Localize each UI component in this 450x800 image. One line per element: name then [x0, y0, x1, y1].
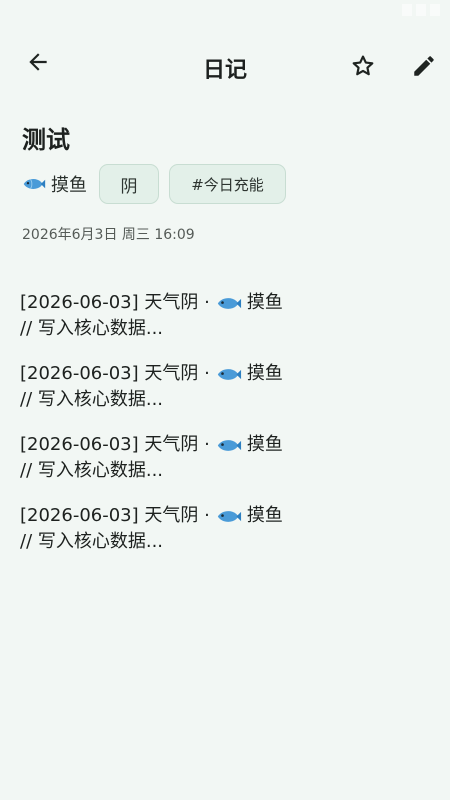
entry-title: 测试 [22, 126, 70, 154]
weather-chip[interactable]: 阴 [99, 164, 159, 204]
fish-emoji-icon [217, 368, 241, 380]
log-header: [2026-06-03] 天气阴 · 摸鱼 [20, 503, 440, 529]
entry-timestamp: 2026年6月3日 周三 16:09 [22, 227, 195, 243]
log-mood: 摸鱼 [246, 434, 283, 455]
entry-body: [2026-06-03] 天气阴 · 摸鱼 // 写入核心数据... [2026… [20, 290, 440, 574]
log-content: // 写入核心数据... [20, 389, 164, 410]
log-header: [2026-06-03] 天气阴 · 摸鱼 [20, 361, 440, 387]
pencil-icon [414, 56, 434, 76]
fish-emoji-icon [217, 439, 241, 451]
fish-emoji-icon [217, 297, 241, 309]
log-entry: [2026-06-03] 天气阴 · 摸鱼 // 写入核心数据... [20, 290, 440, 342]
log-mood: 摸鱼 [246, 505, 283, 526]
log-mood: 摸鱼 [246, 292, 283, 313]
mood-tag: 摸鱼 [22, 171, 87, 197]
log-content: // 写入核心数据... [20, 531, 164, 552]
wifi-icon [402, 4, 412, 16]
mood-label: 摸鱼 [51, 175, 87, 196]
fish-emoji-icon [217, 510, 241, 522]
star-outline-icon [352, 55, 374, 76]
log-prefix: [2026-06-03] 天气阴 · [20, 505, 210, 526]
log-entry: [2026-06-03] 天气阴 · 摸鱼 // 写入核心数据... [20, 503, 440, 555]
log-prefix: [2026-06-03] 天气阴 · [20, 434, 210, 455]
log-content: // 写入核心数据... [20, 460, 164, 481]
log-prefix: [2026-06-03] 天气阴 · [20, 292, 210, 313]
log-mood: 摸鱼 [246, 363, 283, 384]
status-bar [0, 0, 450, 26]
log-entry: [2026-06-03] 天气阴 · 摸鱼 // 写入核心数据... [20, 432, 440, 484]
topic-chip[interactable]: #今日充能 [169, 164, 286, 204]
log-content: // 写入核心数据... [20, 318, 164, 339]
signal-icon [416, 4, 426, 16]
top-app-bar: 日记 [0, 36, 450, 96]
edit-button[interactable] [404, 46, 444, 86]
battery-icon [430, 4, 440, 16]
fish-emoji-icon [23, 179, 46, 189]
favorite-button[interactable] [343, 46, 383, 86]
log-header: [2026-06-03] 天气阴 · 摸鱼 [20, 432, 440, 458]
entry-tags: 摸鱼 阴 #今日充能 [22, 162, 296, 206]
log-prefix: [2026-06-03] 天气阴 · [20, 363, 210, 384]
log-entry: [2026-06-03] 天气阴 · 摸鱼 // 写入核心数据... [20, 361, 440, 413]
status-icons [402, 4, 440, 16]
log-header: [2026-06-03] 天气阴 · 摸鱼 [20, 290, 440, 316]
